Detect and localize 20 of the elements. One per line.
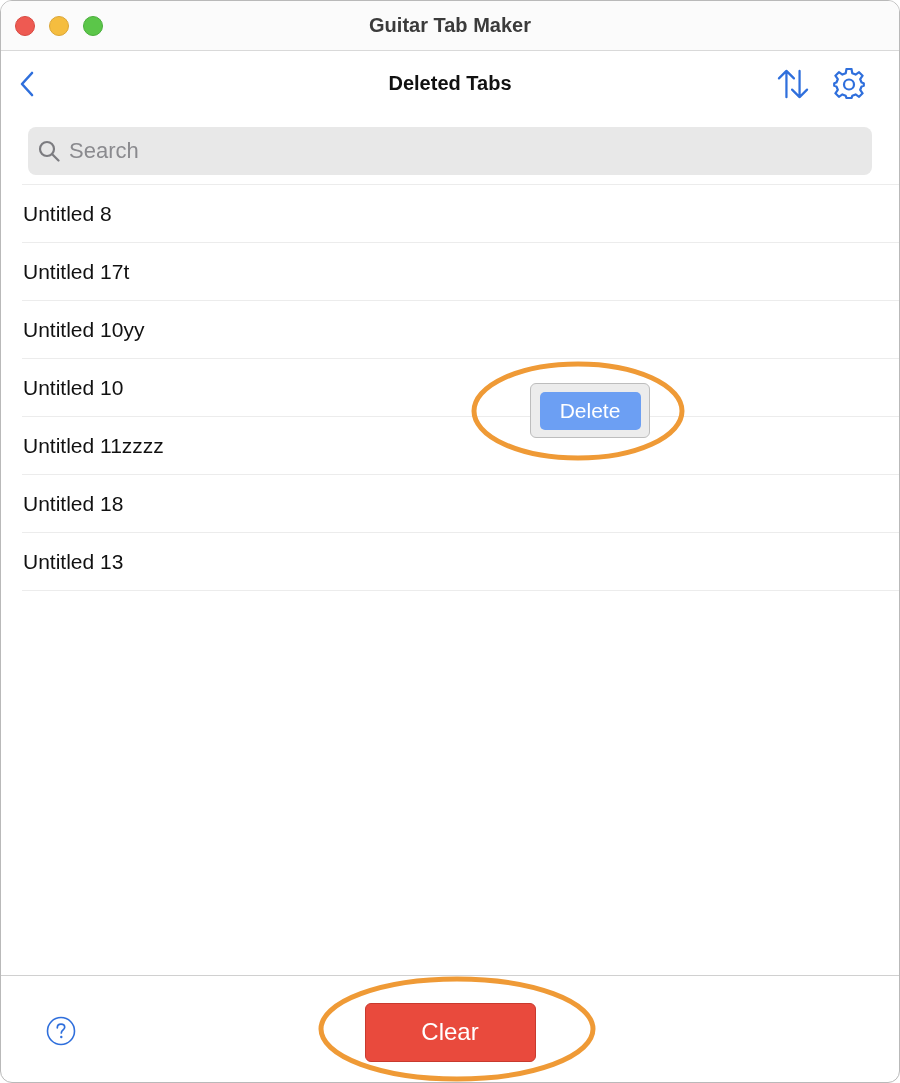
window-title: Guitar Tab Maker [369, 14, 531, 37]
settings-icon [833, 68, 865, 100]
search-icon [38, 140, 60, 162]
search-field[interactable]: Search [28, 127, 872, 175]
sort-arrows-icon [777, 69, 809, 99]
chevron-left-icon [20, 71, 34, 97]
zoom-window-icon[interactable] [83, 16, 103, 36]
clear-button[interactable]: Clear [364, 1002, 536, 1062]
tab-list-item[interactable]: Untitled 10yy [22, 301, 899, 359]
back-button[interactable] [20, 71, 34, 97]
settings-button[interactable] [833, 68, 865, 100]
help-icon [46, 1016, 76, 1046]
tab-list-item[interactable]: Untitled 18 [22, 475, 899, 533]
tab-list-item[interactable]: Untitled 13 [22, 533, 899, 591]
nav-title: Deleted Tabs [388, 72, 512, 95]
tab-list-item[interactable]: Untitled 17t [22, 243, 899, 301]
close-window-icon[interactable] [15, 16, 35, 36]
tab-list-item[interactable]: Untitled 8 [22, 185, 899, 243]
help-button[interactable] [46, 1016, 76, 1046]
sort-button[interactable] [777, 69, 809, 99]
